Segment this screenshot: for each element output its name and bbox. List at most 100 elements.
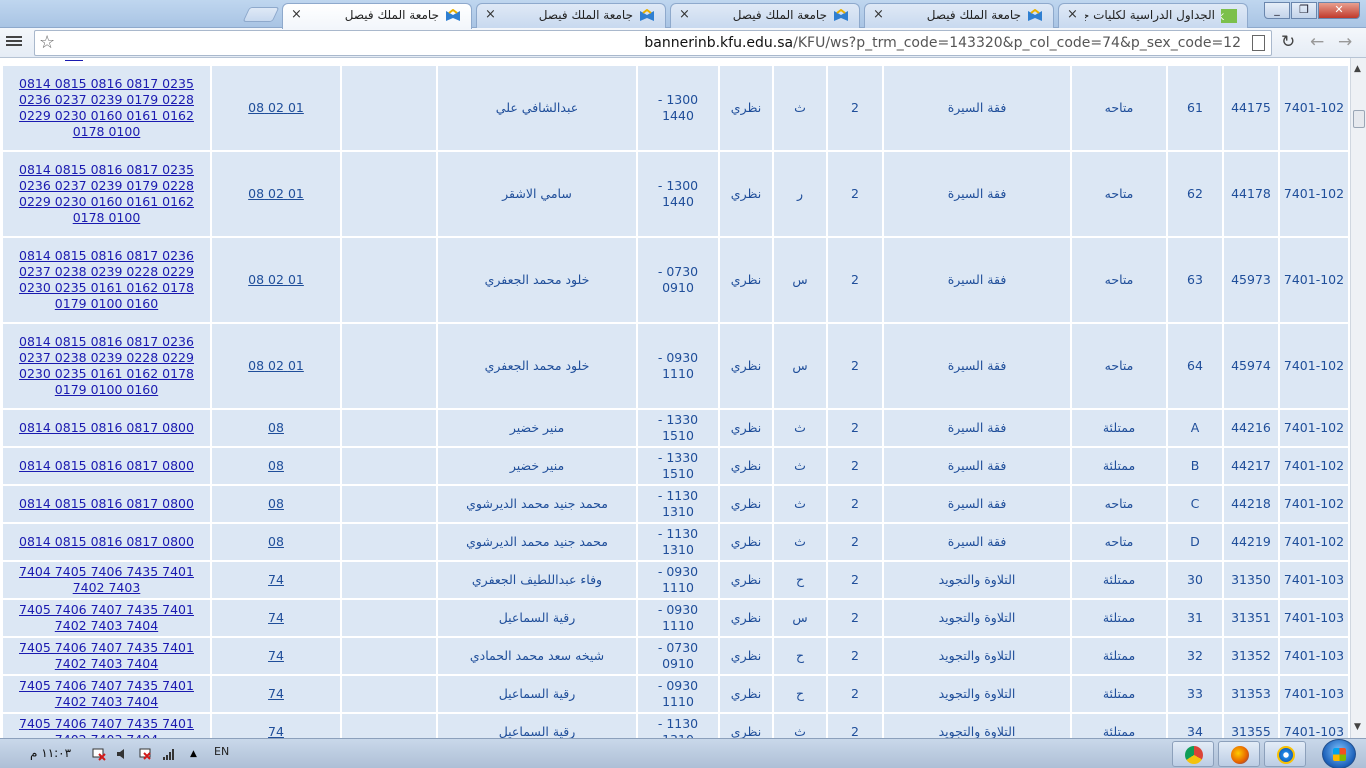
colleges-link[interactable]: 01 02 08 xyxy=(212,238,340,324)
back-arrow-icon[interactable]: ← xyxy=(1310,32,1324,52)
taskbar-firefox-button[interactable] xyxy=(1218,741,1260,767)
eligible-codes-link[interactable]: 0814 0815 0816 0817 0235 0236 0237 0239 … xyxy=(3,66,210,152)
tab-5[interactable]: K الجداول الدراسية لكليات جامعة × xyxy=(1058,3,1248,28)
eligible-codes-link[interactable]: 7405 7406 7407 7435 7401 7402 7403 7404 xyxy=(3,714,210,738)
taskbar-chrome-button[interactable] xyxy=(1172,741,1214,767)
course-code-cell: 7401-103 xyxy=(1280,562,1348,600)
eligible-codes-link[interactable]: 0814 0815 0816 0817 0800 xyxy=(3,524,210,562)
type-cell: نظري xyxy=(720,238,772,324)
colleges-link[interactable]: 01 02 08 xyxy=(212,152,340,238)
table-row: 7401-102 44217 B ممتلئة فقة السيرة 2 ث نظري 1330… xyxy=(3,448,1348,486)
type-cell: نظري xyxy=(720,600,772,638)
kfu-favicon-icon xyxy=(834,9,848,21)
eligible-codes-link[interactable]: 0814 0815 0816 0817 0235 0236 0237 0239 … xyxy=(3,152,210,238)
reload-icon[interactable]: ↻ xyxy=(1281,32,1295,52)
colleges-link[interactable]: 08 xyxy=(212,448,340,486)
tab-strip: جامعة الملك فيصل × جامعة الملك فيصل × جا… xyxy=(0,0,1366,29)
codes-link-text[interactable]: 0814 0815 0816 0817 0236 0237 0238 0239 … xyxy=(19,248,194,311)
scroll-down-icon[interactable]: ▼ xyxy=(1354,722,1361,732)
day-cell: ث xyxy=(774,66,826,152)
colleges-link[interactable]: 74 xyxy=(212,676,340,714)
colleges-link[interactable]: 08 xyxy=(212,524,340,562)
tab-close-icon[interactable]: × xyxy=(291,7,302,22)
signal-icon[interactable] xyxy=(162,747,176,761)
action-center-icon[interactable] xyxy=(138,747,152,761)
crn-cell: 31353 xyxy=(1224,676,1278,714)
vertical-scrollbar[interactable]: ▲ ▼ xyxy=(1350,58,1366,738)
codes-link-text[interactable]: 0814 0815 0816 0817 0235 0236 0237 0239 … xyxy=(19,76,194,139)
codes-link-text[interactable]: 0814 0815 0816 0817 0236 0237 0238 0239 … xyxy=(19,334,194,397)
section-cell: A xyxy=(1168,410,1222,448)
colleges-link[interactable]: 74 xyxy=(212,600,340,638)
eligible-codes-link[interactable]: 7405 7406 7407 7435 7401 7402 7403 7404 xyxy=(3,676,210,714)
tab-4[interactable]: جامعة الملك فيصل × xyxy=(864,3,1054,28)
colleges-link[interactable]: 08 xyxy=(212,486,340,524)
close-window-button[interactable]: ✕ xyxy=(1318,2,1360,19)
address-bar[interactable]: ☆ bannerinb.kfu.edu.sa/KFU/ws?p_trm_code… xyxy=(34,30,1272,56)
status-badge: متاحه xyxy=(1072,152,1166,238)
section-cell: 32 xyxy=(1168,638,1222,676)
taskbar-ie-button[interactable] xyxy=(1264,741,1306,767)
url-text[interactable]: bannerinb.kfu.edu.sa/KFU/ws?p_trm_code=1… xyxy=(644,35,1241,51)
tab-close-icon[interactable]: × xyxy=(485,7,496,22)
course-title-cell: التلاوة والتجويد xyxy=(884,638,1070,676)
minimize-button[interactable]: _ xyxy=(1264,2,1290,19)
network-error-icon[interactable] xyxy=(92,747,106,761)
bookmark-star-icon[interactable]: ☆ xyxy=(39,32,55,53)
eligible-codes-link[interactable]: 0814 0815 0816 0817 0800 xyxy=(3,410,210,448)
maximize-button[interactable]: ❐ xyxy=(1291,2,1317,19)
codes-link-text[interactable]: 7404 7405 7406 7435 7401 7402 7403 xyxy=(19,564,194,595)
tab-close-icon[interactable]: × xyxy=(873,7,884,22)
tab-3[interactable]: جامعة الملك فيصل × xyxy=(670,3,860,28)
course-title-cell: فقة السيرة xyxy=(884,152,1070,238)
colleges-link[interactable]: 01 02 08 xyxy=(212,66,340,152)
colleges-link[interactable]: 01 02 08 xyxy=(212,324,340,410)
colleges-link[interactable]: 74 xyxy=(212,562,340,600)
course-schedule-table: 7401-102 44175 61 متاحه فقة السيرة 2 ث نظري 1300… xyxy=(1,66,1350,738)
codes-link-text[interactable]: 7405 7406 7407 7435 7401 7402 7403 7404 xyxy=(19,716,194,738)
eligible-codes-link[interactable]: 0814 0815 0816 0817 0800 xyxy=(3,448,210,486)
windows-logo-icon xyxy=(1333,748,1346,761)
day-cell: س xyxy=(774,600,826,638)
codes-link-text[interactable]: 0814 0815 0816 0817 0800 xyxy=(19,458,194,473)
eligible-codes-link[interactable]: 0814 0815 0816 0817 0236 0237 0238 0239 … xyxy=(3,324,210,410)
language-indicator[interactable]: EN xyxy=(214,745,229,758)
eligible-codes-link[interactable]: 0814 0815 0816 0817 0800 xyxy=(3,486,210,524)
tab-1[interactable]: جامعة الملك فيصل × xyxy=(282,3,472,29)
tab-close-icon[interactable]: × xyxy=(1067,7,1078,22)
tab-title: جامعة الملك فيصل xyxy=(538,8,633,22)
forward-arrow-icon[interactable]: → xyxy=(1338,32,1352,52)
colleges-link[interactable]: 74 xyxy=(212,714,340,738)
codes-link-text[interactable]: 0814 0815 0816 0817 0800 xyxy=(19,420,194,435)
colleges-link[interactable]: 08 xyxy=(212,410,340,448)
codes-link-text[interactable]: 0814 0815 0816 0817 0800 xyxy=(19,496,194,511)
codes-link-text[interactable]: 7405 7406 7407 7435 7401 7402 7403 7404 xyxy=(19,678,194,709)
scroll-up-icon[interactable]: ▲ xyxy=(1354,64,1361,74)
credits-cell: 2 xyxy=(828,66,882,152)
show-hidden-icons-icon[interactable]: ▲ xyxy=(190,749,204,763)
tab-2[interactable]: جامعة الملك فيصل × xyxy=(476,3,666,28)
course-code-cell: 7401-102 xyxy=(1280,66,1348,152)
section-cell: 34 xyxy=(1168,714,1222,738)
menu-icon[interactable] xyxy=(6,34,22,50)
volume-icon[interactable] xyxy=(115,747,129,761)
tab-close-icon[interactable]: × xyxy=(679,7,690,22)
start-button[interactable] xyxy=(1322,739,1356,768)
eligible-codes-link[interactable]: 0814 0815 0816 0817 0236 0237 0238 0239 … xyxy=(3,238,210,324)
codes-link-text[interactable]: 7405 7406 7407 7435 7401 7402 7403 7404 xyxy=(19,640,194,671)
instructor-cell: وفاء عبداللطيف الجعفري xyxy=(438,562,636,600)
browser-window: جامعة الملك فيصل × جامعة الملك فيصل × جا… xyxy=(0,0,1366,768)
system-clock[interactable]: ١١:٠٣ م xyxy=(30,746,71,760)
colleges-link[interactable]: 74 xyxy=(212,638,340,676)
eligible-codes-link[interactable]: 7405 7406 7407 7435 7401 7402 7403 7404 xyxy=(3,638,210,676)
eligible-codes-link[interactable]: 7404 7405 7406 7435 7401 7402 7403 xyxy=(3,562,210,600)
codes-link-text[interactable]: 7405 7406 7407 7435 7401 7402 7403 7404 xyxy=(19,602,194,633)
eligible-codes-link[interactable]: 7405 7406 7407 7435 7401 7402 7403 7404 xyxy=(3,600,210,638)
codes-link-text[interactable]: 0814 0815 0816 0817 0800 xyxy=(19,534,194,549)
scroll-thumb[interactable] xyxy=(1353,110,1365,128)
table-row: 7401-102 44219 D متاحه فقة السيرة 2 ث نظري 1130 … xyxy=(3,524,1348,562)
time-cell: 1300 - 1440 xyxy=(638,152,718,238)
new-tab-button[interactable] xyxy=(242,7,280,22)
codes-link-text[interactable]: 0814 0815 0816 0817 0235 0236 0237 0239 … xyxy=(19,162,194,225)
status-badge: ممتلئة xyxy=(1072,600,1166,638)
